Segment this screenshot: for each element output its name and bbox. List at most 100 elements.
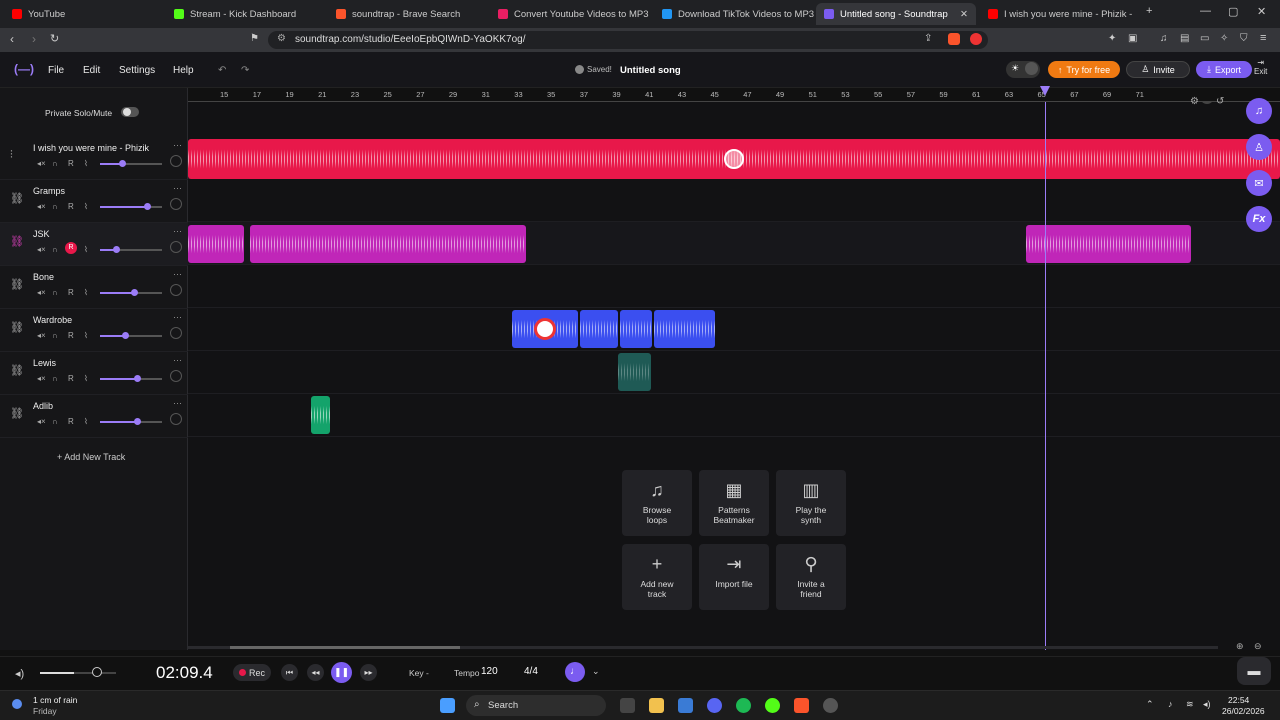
audio-clip[interactable]: [580, 310, 618, 348]
record-arm-button[interactable]: R: [65, 242, 77, 254]
tab-youtube-song[interactable]: I wish you were mine - Phizik - YouT: [980, 3, 1135, 25]
audio-clip[interactable]: [618, 353, 651, 391]
tray-chevron-icon[interactable]: ⌃: [1146, 699, 1154, 710]
loop-icon[interactable]: ↺: [1216, 96, 1224, 107]
soundtrap-logo-icon[interactable]: (—): [14, 62, 34, 76]
link-icon[interactable]: ⛓: [10, 192, 24, 205]
share-icon[interactable]: ⇪: [924, 33, 932, 44]
automation-icon[interactable]: ⌇: [84, 331, 88, 340]
metronome-icon[interactable]: ◠: [1200, 102, 1214, 104]
automation-icon[interactable]: ⌇: [84, 417, 88, 426]
waveform-icon[interactable]: ⫶: [10, 149, 13, 162]
volume-slider[interactable]: [100, 421, 162, 423]
play-synth-tile[interactable]: ▥ Play the synth: [776, 470, 846, 536]
chevron-down-icon[interactable]: ⌄: [592, 666, 600, 677]
weather-icon[interactable]: [12, 699, 22, 709]
track-row[interactable]: ⛓ JSK ··· ◂× ∩ R ⌇: [0, 223, 188, 266]
track-lane[interactable]: [188, 308, 1280, 351]
microphone-icon[interactable]: ♪: [1168, 699, 1173, 709]
audio-clip[interactable]: [654, 310, 715, 348]
volume-knob[interactable]: [118, 160, 126, 167]
leo-icon[interactable]: ✧: [1220, 33, 1228, 44]
key-selector[interactable]: Key -: [409, 668, 429, 678]
track-name[interactable]: JSK: [33, 229, 50, 239]
menu-help[interactable]: Help: [173, 65, 194, 76]
pan-knob[interactable]: [170, 241, 182, 253]
automation-icon[interactable]: ⌇: [84, 245, 88, 254]
windows-start-icon[interactable]: [440, 698, 455, 713]
extensions-icon[interactable]: ✦: [1108, 33, 1116, 44]
chat-bubble-icon[interactable]: ▬: [1237, 657, 1271, 685]
track-lane[interactable]: [188, 351, 1280, 394]
menu-icon[interactable]: ≡: [1260, 32, 1266, 44]
media-icon[interactable]: ♫: [1160, 33, 1168, 44]
mute-icon[interactable]: ◂×: [37, 288, 46, 297]
mute-icon[interactable]: ◂×: [37, 245, 46, 254]
fast-forward-icon[interactable]: ▸▸: [360, 664, 377, 681]
try-free-button[interactable]: ↑ Try for free: [1048, 61, 1120, 78]
add-new-track-button[interactable]: + Add New Track: [57, 452, 125, 462]
track-lane[interactable]: [188, 265, 1280, 308]
pan-knob[interactable]: [170, 284, 182, 296]
link-icon[interactable]: ⛓: [10, 321, 24, 334]
volume-knob[interactable]: [143, 203, 151, 210]
tab-soundtrap[interactable]: Untitled song - Soundtrap ✕: [816, 3, 976, 25]
brave-icon[interactable]: [794, 698, 809, 713]
master-volume-knob[interactable]: [92, 667, 102, 677]
sidebar-icon[interactable]: ▤: [1180, 33, 1189, 44]
playhead[interactable]: [1045, 102, 1046, 650]
maximize-icon[interactable]: ▢: [1228, 5, 1238, 18]
zoom-in-icon[interactable]: ⊕: [1236, 641, 1244, 652]
automation-icon[interactable]: ⌇: [84, 159, 88, 168]
volume-slider[interactable]: [100, 335, 162, 337]
zoom-out-icon[interactable]: ⊖: [1254, 641, 1262, 652]
track-row[interactable]: ⛓ Wardrobe ··· ◂× ∩ R ⌇: [0, 309, 188, 352]
bookmark-icon[interactable]: ⚑: [250, 33, 259, 44]
site-info-icon[interactable]: ⚙: [277, 33, 286, 44]
clock-time[interactable]: 22:54: [1228, 695, 1249, 705]
more-options-icon[interactable]: ···: [173, 226, 182, 236]
menu-settings[interactable]: Settings: [119, 65, 155, 76]
back-icon[interactable]: ‹: [10, 32, 14, 46]
track-name[interactable]: I wish you were mine - Phizik: [33, 143, 149, 153]
track-name[interactable]: Bone: [33, 272, 54, 282]
volume-knob[interactable]: [112, 246, 120, 253]
browse-loops-tile[interactable]: ♫ Browse loops: [622, 470, 692, 536]
volume-knob[interactable]: [134, 418, 142, 425]
track-name[interactable]: Wardrobe: [33, 315, 72, 325]
volume-icon[interactable]: ◂): [15, 667, 24, 680]
brave-rewards-icon[interactable]: [970, 33, 982, 45]
menu-edit[interactable]: Edit: [83, 65, 100, 76]
automation-icon[interactable]: ⌇: [84, 288, 88, 297]
more-options-icon[interactable]: ···: [173, 140, 182, 150]
mute-icon[interactable]: ◂×: [37, 202, 46, 211]
kick-icon[interactable]: [765, 698, 780, 713]
vpn-icon[interactable]: ⛉: [1240, 33, 1248, 44]
import-file-tile[interactable]: ⇥ Import file: [699, 544, 769, 610]
minimize-icon[interactable]: —: [1200, 5, 1211, 17]
record-arm-button[interactable]: R: [68, 417, 74, 426]
record-arm-button[interactable]: R: [68, 202, 74, 211]
horizontal-scrollbar[interactable]: [188, 646, 1218, 649]
speaker-icon[interactable]: ◂): [1203, 699, 1211, 710]
link-icon[interactable]: ⛓: [10, 407, 24, 420]
export-button[interactable]: ⤓ Export: [1196, 61, 1252, 78]
audio-clip[interactable]: [250, 225, 526, 263]
track-row[interactable]: ⛓ Bone ··· ◂× ∩ R ⌇: [0, 266, 188, 309]
volume-slider[interactable]: [100, 378, 162, 380]
more-options-icon[interactable]: ···: [173, 398, 182, 408]
wifi-icon[interactable]: ≋: [1186, 699, 1194, 710]
time-signature[interactable]: 4/4: [524, 666, 538, 677]
wallet-icon[interactable]: ▭: [1200, 33, 1209, 44]
volume-slider[interactable]: [100, 163, 162, 165]
audio-clip[interactable]: [1026, 225, 1191, 263]
close-tab-icon[interactable]: ✕: [960, 9, 968, 20]
tempo-value[interactable]: 120: [481, 666, 498, 677]
forward-icon[interactable]: ›: [32, 32, 36, 46]
headphones-icon[interactable]: ∩: [52, 417, 58, 426]
private-solo-toggle[interactable]: [121, 107, 139, 117]
volume-slider[interactable]: [100, 206, 162, 208]
discord-icon[interactable]: [707, 698, 722, 713]
tab-tiktok-download[interactable]: Download TikTok Videos to MP3 - Fr: [654, 3, 814, 25]
track-row[interactable]: ⫶ I wish you were mine - Phizik ··· ◂× ∩ R ⌇: [0, 137, 188, 180]
